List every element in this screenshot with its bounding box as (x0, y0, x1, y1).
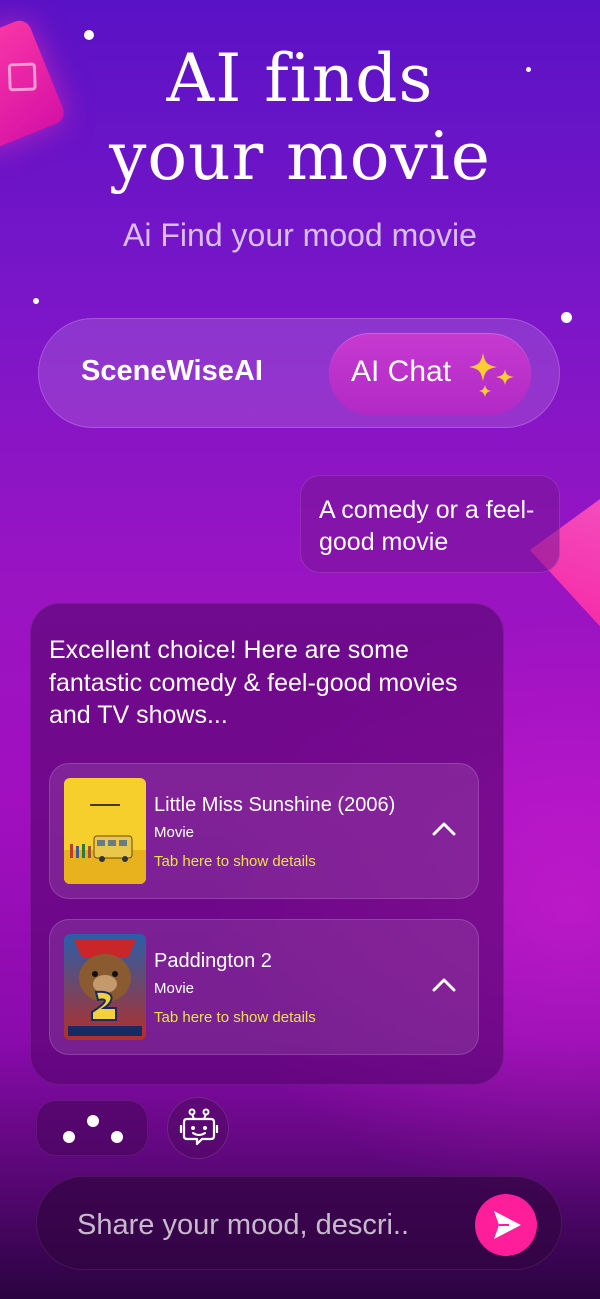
typing-dot (63, 1131, 75, 1143)
message-composer (36, 1176, 562, 1270)
typing-indicator (36, 1100, 148, 1156)
movie-details-hint[interactable]: Tab here to show details (154, 1009, 316, 1026)
typing-dot (111, 1131, 123, 1143)
title-line-1: AI finds (166, 40, 434, 117)
robot-button[interactable] (167, 1097, 229, 1159)
title-line-2: your movie (109, 118, 491, 195)
star-dot (561, 312, 572, 323)
tab-ai-chat[interactable]: AI Chat (329, 333, 531, 415)
movie-poster (64, 934, 146, 1040)
movie-type: Movie (154, 824, 195, 841)
ai-message-text: Excellent choice! Here are some fantasti… (49, 636, 458, 729)
movie-type: Movie (154, 980, 195, 997)
send-icon (494, 1211, 521, 1239)
mode-switcher: SceneWiseAI AI Chat (38, 318, 560, 428)
mood-input[interactable] (77, 1205, 457, 1245)
screen: AI finds your movie Ai Find your mood mo… (0, 0, 600, 1299)
page-subtitle: Ai Find your mood movie (123, 217, 477, 253)
movie-card[interactable]: Little Miss Sunshine (2006) Movie Tab he… (49, 763, 479, 899)
star-dot (84, 30, 94, 40)
send-button[interactable] (475, 1194, 537, 1256)
chevron-up-icon[interactable] (432, 820, 456, 836)
ai-message-bubble: Excellent choice! Here are some fantasti… (30, 603, 504, 1085)
movie-card[interactable]: Paddington 2 Movie Tab here to show deta… (49, 919, 479, 1055)
robot-icon (179, 1108, 219, 1146)
movie-details-hint[interactable]: Tab here to show details (154, 853, 316, 870)
user-message-bubble: A comedy or a feel-good movie (300, 475, 560, 573)
sparkles-icon (469, 353, 514, 397)
tab-ai-chat-label: AI Chat (351, 355, 452, 388)
movie-title: Little Miss Sunshine (2006) (154, 794, 396, 816)
movie-title: Paddington 2 (154, 950, 272, 972)
typing-dot (87, 1115, 99, 1127)
tab-scenewiseai[interactable]: SceneWiseAI (81, 355, 263, 388)
movie-poster (64, 778, 146, 884)
star-dot (33, 298, 39, 304)
page-title: AI finds your movie (0, 40, 600, 196)
chevron-up-icon[interactable] (432, 976, 456, 992)
